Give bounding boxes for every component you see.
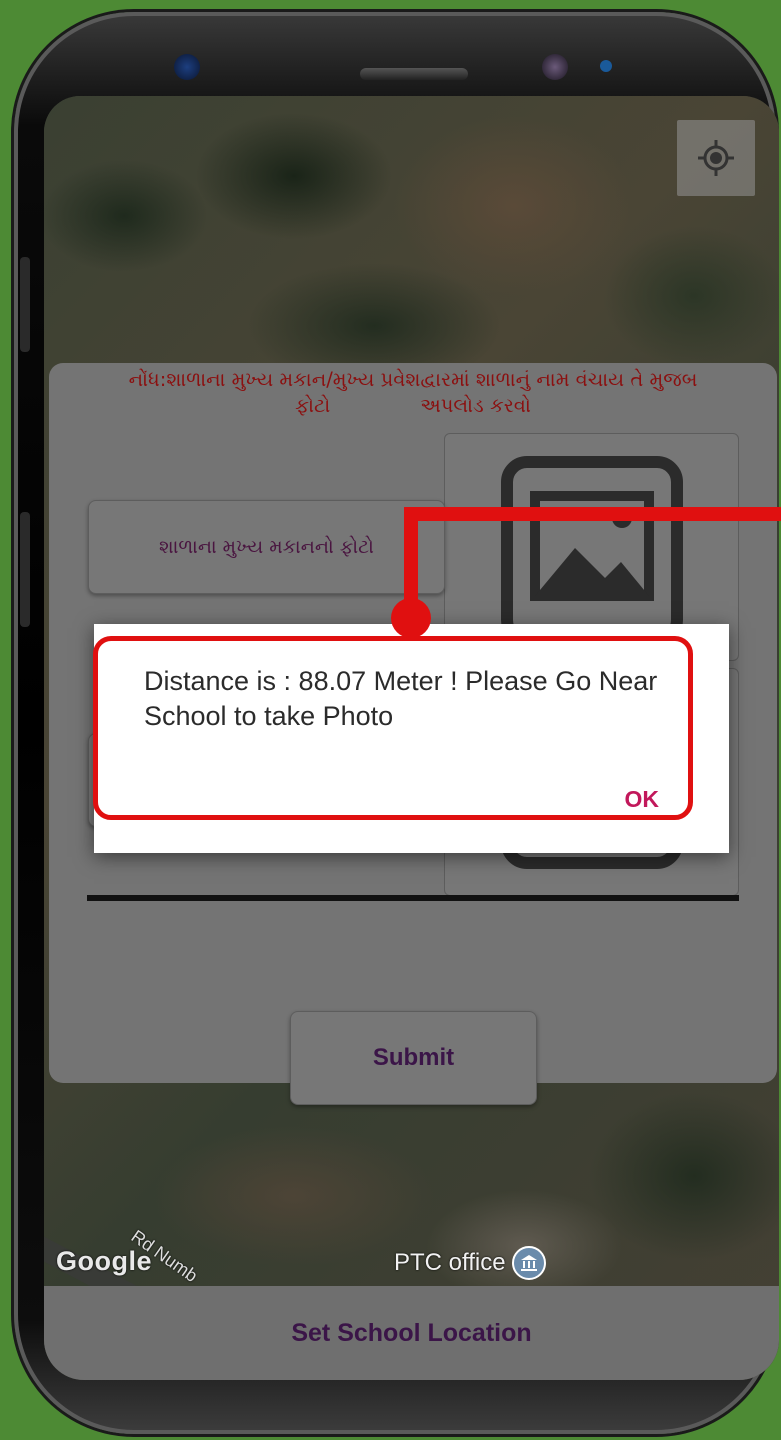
annotation-highlight-box	[93, 636, 693, 820]
annotation-callout-dot	[391, 598, 431, 638]
power-button	[20, 512, 30, 627]
submit-label: Submit	[372, 1044, 455, 1071]
note-line-1: નોંધ:શાળાના મુખ્ય મકાન/મુખ્ય પ્રવેશદ્વાર…	[128, 368, 698, 391]
main-building-photo-button[interactable]: શાળાના મુખ્ય મકાનનો ફોટો	[88, 500, 445, 594]
note-line-2a: ફોટો	[295, 394, 331, 417]
proximity-sensor-icon	[600, 60, 612, 72]
museum-pin-icon	[511, 1246, 546, 1280]
set-school-location-button[interactable]: Set School Location	[44, 1286, 779, 1380]
note-line-2b: અપલોડ કરવો	[420, 394, 531, 417]
my-location-button[interactable]	[677, 120, 755, 196]
submit-button[interactable]: Submit	[290, 1011, 537, 1105]
earpiece-speaker	[360, 68, 468, 80]
front-camera-icon	[174, 54, 200, 80]
volume-button	[20, 257, 30, 352]
upload-note: નોંધ:શાળાના મુખ્ય મકાન/મુખ્ય પ્રવેશદ્વાર…	[49, 367, 777, 419]
image-placeholder-icon	[501, 456, 683, 646]
poi-label: PTC office	[394, 1249, 506, 1276]
crosshair-icon	[698, 140, 734, 176]
google-attribution: Google	[56, 1246, 152, 1276]
sensor-icon	[542, 54, 568, 80]
photo-button-label: શાળાના મુખ્ય મકાનનો ફોટો	[159, 536, 374, 558]
form-divider	[87, 895, 739, 901]
map-poi[interactable]: PTC office	[394, 1246, 546, 1280]
annotation-callout-horizontal	[404, 507, 781, 521]
set-location-label: Set School Location	[291, 1318, 532, 1347]
